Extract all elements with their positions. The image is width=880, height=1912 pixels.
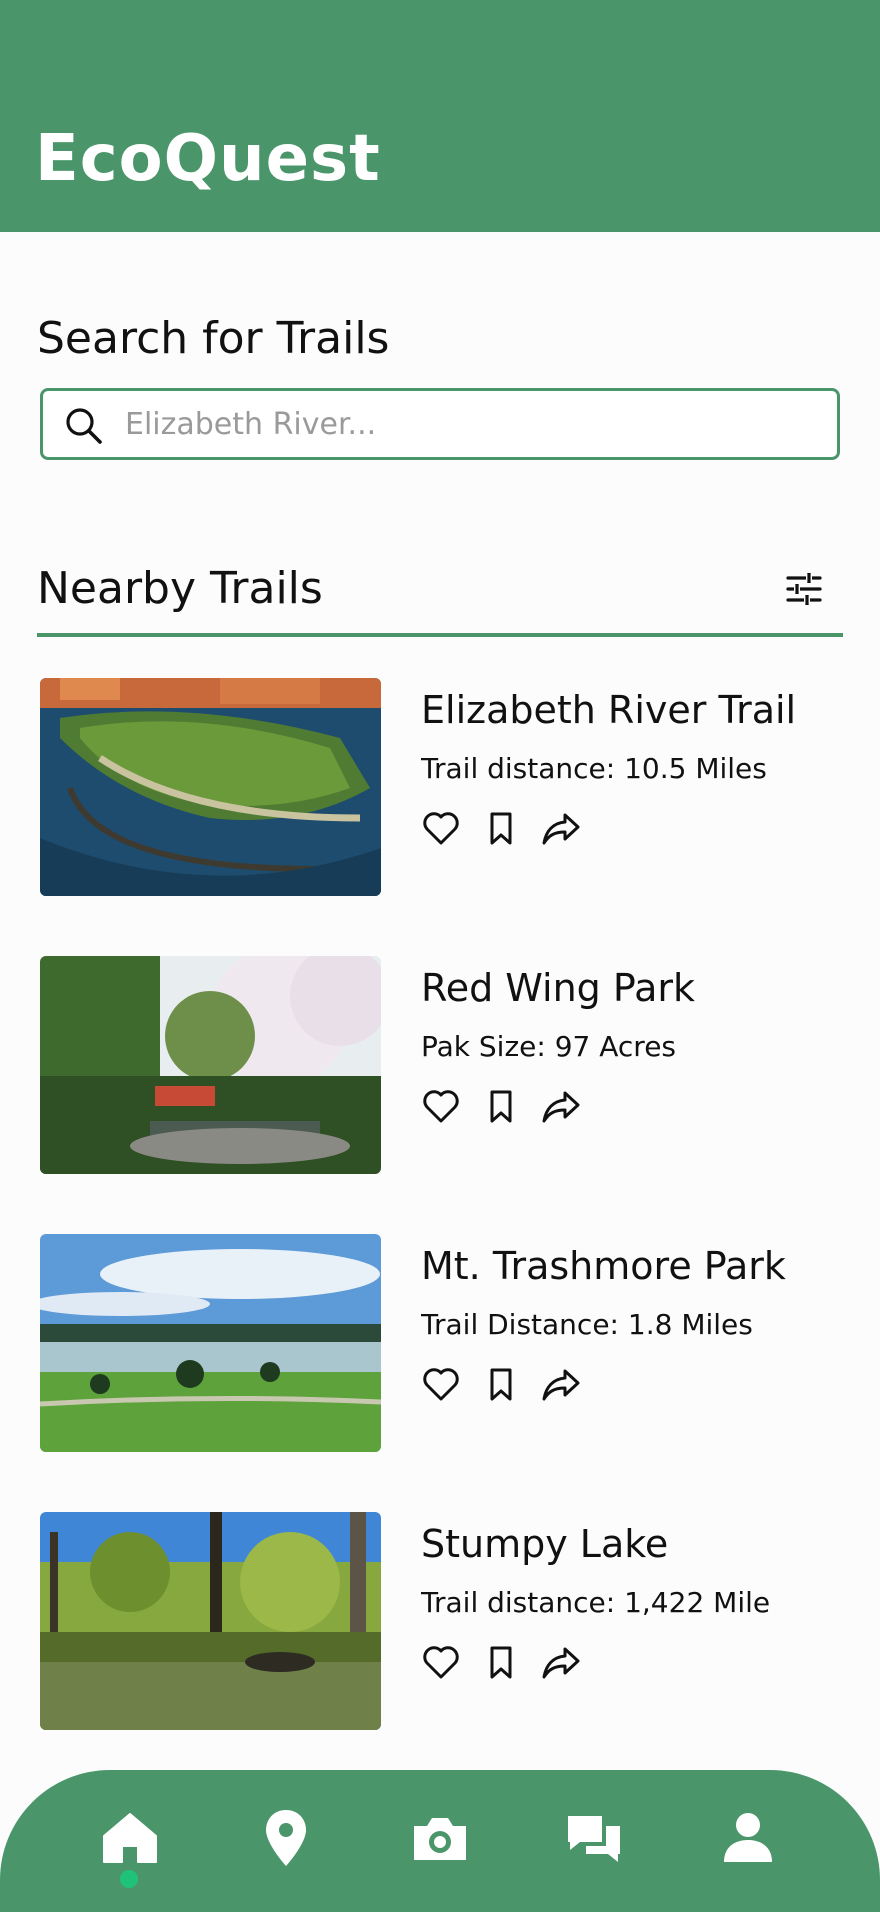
trail-name[interactable]: Stumpy Lake: [421, 1522, 668, 1566]
bookmark-icon[interactable]: [481, 808, 521, 848]
heart-icon[interactable]: [421, 1642, 461, 1682]
search-heading: Search for Trails: [37, 313, 390, 364]
trail-card[interactable]: Red Wing Park Pak Size: 97 Acres: [40, 956, 840, 1174]
app-title: EcoQuest: [35, 122, 381, 196]
chat-icon[interactable]: [564, 1808, 624, 1868]
heart-icon[interactable]: [421, 1086, 461, 1126]
home-icon[interactable]: [100, 1808, 160, 1868]
trail-name[interactable]: Red Wing Park: [421, 966, 695, 1010]
share-icon[interactable]: [541, 1642, 581, 1682]
trail-image[interactable]: [40, 1512, 381, 1730]
trail-detail: Trail distance: 1,422 Miles: [421, 1586, 771, 1619]
share-icon[interactable]: [541, 808, 581, 848]
share-icon[interactable]: [541, 1364, 581, 1404]
trail-detail: Trail Distance: 1.8 Miles: [421, 1308, 753, 1341]
trail-detail: Trail distance: 10.5 Miles: [421, 752, 767, 785]
search-icon: [66, 408, 102, 444]
trail-detail: Pak Size: 97 Acres: [421, 1030, 677, 1063]
sliders-icon[interactable]: [785, 570, 823, 608]
camera-icon[interactable]: [410, 1808, 470, 1868]
trail-image[interactable]: [40, 1234, 381, 1452]
nearby-heading: Nearby Trails: [37, 563, 323, 614]
map-pin-icon[interactable]: [256, 1808, 316, 1868]
trail-name[interactable]: Mt. Trashmore Park: [421, 1244, 786, 1288]
search-box[interactable]: [40, 388, 840, 460]
share-icon[interactable]: [541, 1086, 581, 1126]
trail-image[interactable]: [40, 678, 381, 896]
heart-icon[interactable]: [421, 1364, 461, 1404]
search-input[interactable]: [125, 401, 815, 447]
heart-icon[interactable]: [421, 808, 461, 848]
trail-name[interactable]: Elizabeth River Trail: [421, 688, 796, 732]
bookmark-icon[interactable]: [481, 1642, 521, 1682]
bookmark-icon[interactable]: [481, 1364, 521, 1404]
profile-icon[interactable]: [718, 1808, 778, 1868]
trail-card[interactable]: Mt. Trashmore Park Trail Distance: 1.8 M…: [40, 1234, 840, 1452]
trail-image[interactable]: [40, 956, 381, 1174]
trail-card[interactable]: Stumpy Lake Trail distance: 1,422 Miles: [40, 1512, 840, 1730]
bottom-nav: [0, 1770, 880, 1912]
active-indicator: [120, 1870, 138, 1888]
bookmark-icon[interactable]: [481, 1086, 521, 1126]
trail-card[interactable]: Elizabeth River Trail Trail distance: 10…: [40, 678, 840, 896]
section-divider: [37, 633, 843, 637]
app-header: EcoQuest: [0, 0, 880, 232]
